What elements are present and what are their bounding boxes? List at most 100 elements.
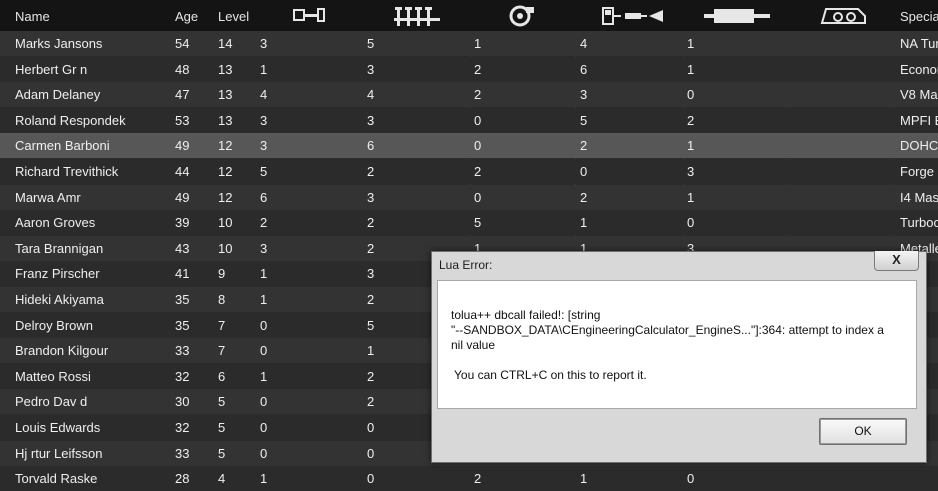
table-row[interactable]: Aaron Groves 39 10 2 2 5 1 0 Turboc [0,210,938,236]
cell-name: Matteo Rossi [15,368,91,384]
cell-name: Marwa Amr [15,189,81,205]
table-row[interactable]: Marks Jansons541435141NA Turb [0,31,938,56]
cell-c5: 1 [687,138,695,154]
table-row[interactable]: Herbert Gr n481313261Econom [0,56,938,82]
cell-c5: 2 [687,112,695,128]
cell-level: 7 [218,343,226,359]
cell-c2: 3 [367,61,375,77]
cell-c2: 3 [367,189,375,205]
cell-c2: 0 [367,471,375,487]
cell-c4: 6 [580,61,588,77]
cell-level: 14 [218,36,233,51]
table-row[interactable]: Torvald Raske 28 4 1 0 2 1 0 [0,466,938,491]
cell-c3: 2 [474,87,482,103]
cell-c2: 2 [367,394,375,410]
header-name[interactable]: Name [15,0,50,31]
exhaust-icon[interactable] [704,5,770,27]
cell-c4: 4 [580,36,588,51]
cell-level: 9 [218,266,226,282]
pistons-icon[interactable] [394,5,440,27]
cell-name: Louis Edwards [15,420,101,435]
cell-name: Richard Trevithick [15,164,119,179]
cell-age: 35 [175,292,190,307]
cell-age: 33 [175,445,190,461]
cell-level: 5 [218,420,226,435]
cell-age: 32 [175,420,190,435]
table-row[interactable]: Carmen Barboni 49 12 3 6 0 2 1 DOHC [0,133,938,159]
cell-level: 10 [218,240,233,256]
turbo-icon[interactable] [507,5,535,27]
cell-c2: 2 [367,368,375,384]
cell-c1: 3 [260,112,268,128]
cell-c1: 0 [260,420,268,435]
header-speciality[interactable]: Special [900,0,938,31]
cell-level: 8 [218,292,226,307]
cell-age: 53 [175,112,190,128]
transmission-icon[interactable] [293,5,327,25]
cell-c1: 1 [260,368,268,384]
cell-age: 43 [175,240,190,256]
close-button[interactable]: X [874,251,919,271]
cell-age: 41 [175,266,190,282]
cell-c2: 2 [367,240,375,256]
dialog-message-area[interactable]: tolua++ dbcall failed!: [string "--SANDB… [437,280,917,409]
cell-c1: 1 [260,266,268,282]
cell-c1: 3 [260,36,268,51]
cell-c3: 0 [474,189,482,205]
cell-c4: 3 [580,87,588,103]
header-level[interactable]: Level [218,0,249,31]
cell-level: 13 [218,87,233,103]
table-header: Name Age Level Specia [0,0,938,32]
cell-c3: 0 [474,138,482,154]
cell-c3: 2 [474,61,482,77]
cell-c2: 0 [367,420,375,435]
cell-age: 54 [175,36,190,51]
cell-name: Torvald Raske [15,471,98,487]
cell-level: 12 [218,164,233,179]
cell-level: 4 [218,471,226,487]
fuel-system-icon[interactable] [601,5,665,27]
cell-spec: NA Turb [900,36,938,51]
cell-c2: 5 [367,36,375,51]
cell-c3: 0 [474,112,482,128]
cell-name: Aaron Groves [15,215,96,231]
cell-c2: 2 [367,164,375,179]
cell-name: Hideki Akiyama [15,292,104,307]
cell-c1: 3 [260,240,268,256]
cell-c2: 3 [367,112,375,128]
table-row[interactable]: Roland Respondek 53 13 3 3 0 5 2 MPFI E [0,107,938,133]
cell-age: 39 [175,215,190,231]
cell-c1: 0 [260,343,268,359]
error-message-line: tolua++ dbcall failed!: [string [451,308,601,322]
copy-hint: You can CTRL+C on this to report it. [454,368,647,382]
lua-error-dialog: Lua Error: X tolua++ dbcall failed!: [st… [431,251,927,463]
cell-c5: 0 [687,87,695,103]
cell-c2: 1 [367,343,375,359]
error-message[interactable]: tolua++ dbcall failed!: [string "--SANDB… [451,308,891,353]
header-age[interactable]: Age [175,0,198,31]
cell-name: Brandon Kilgour [15,343,109,359]
cell-c2: 2 [367,215,375,231]
cell-age: 28 [175,471,190,487]
cell-spec: V8 Mas [900,87,938,103]
cell-c1: 0 [260,317,268,333]
cell-c4: 2 [580,138,588,154]
cell-c4: 2 [580,189,588,205]
close-icon: X [892,252,901,267]
table-row[interactable]: Richard Trevithick 44 12 5 2 2 0 3 Forge I [0,159,938,184]
cell-level: 5 [218,445,226,461]
ok-button[interactable]: OK [819,418,907,445]
dialog-title: Lua Error: [439,258,493,272]
cell-c1: 0 [260,445,268,461]
cell-spec [900,466,938,491]
headlight-icon[interactable] [818,5,868,27]
cell-c2: 0 [367,445,375,461]
cell-c5: 1 [687,36,695,51]
cell-c5: 0 [687,471,695,487]
table-row[interactable]: Adam Delaney 47 13 4 4 2 3 0 V8 Mas [0,82,938,108]
cell-name: Tara Brannigan [15,240,104,256]
cell-spec: DOHC [900,138,938,154]
cell-level: 7 [218,317,226,333]
cell-c4: 1 [580,471,588,487]
table-row[interactable]: Marwa Amr 49 12 6 3 0 2 1 I4 Mas [0,184,938,210]
